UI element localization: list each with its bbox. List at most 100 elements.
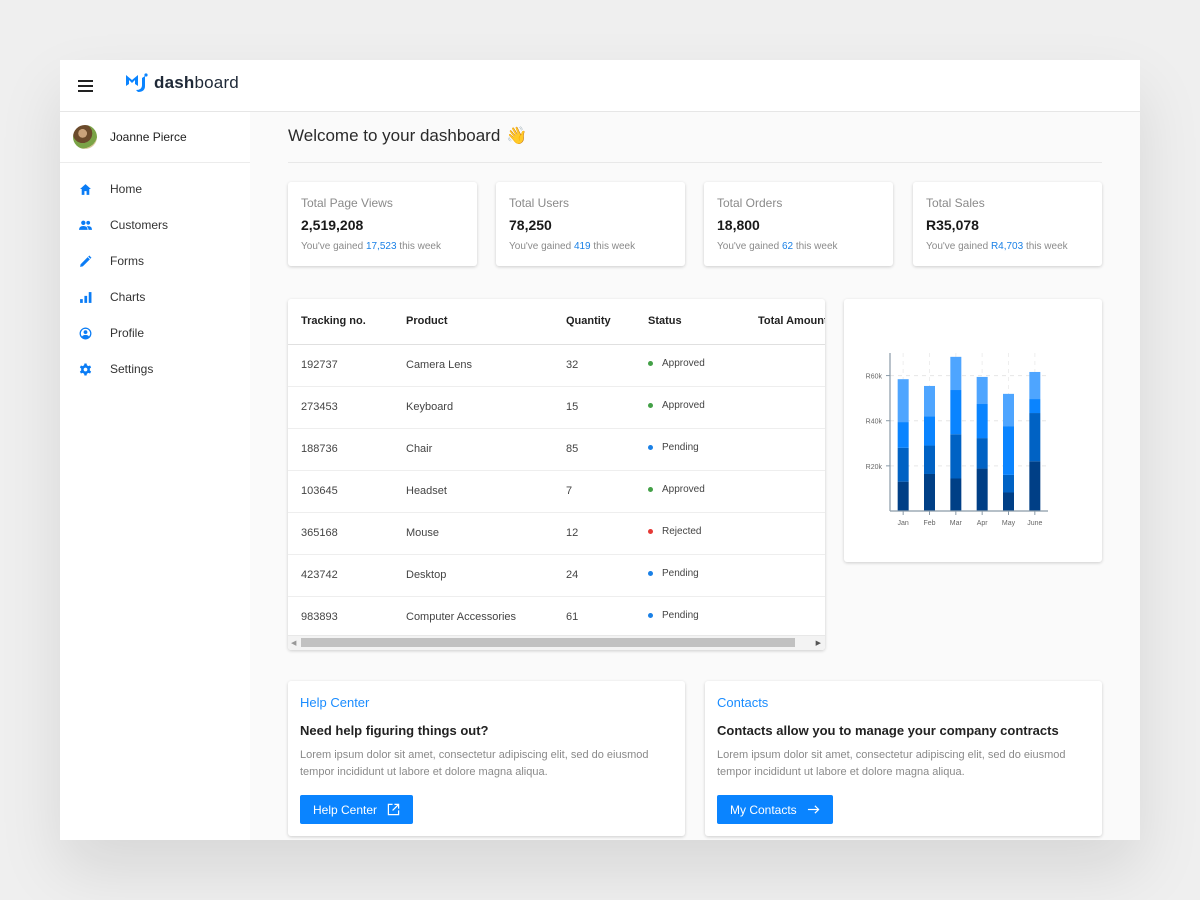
card-heading: Need help figuring things out? [300,723,489,738]
table-row[interactable]: 365168Mouse12 Rejected R16400.00 [288,512,825,555]
column-header-status[interactable]: Status [648,299,748,345]
stat-gain-suffix: this week [396,241,441,252]
y-tick-label: R40k [866,419,883,426]
cell-total-amount: R98612.30 [748,344,825,387]
sidebar-item-label: Settings [110,362,154,376]
logo-icon [126,73,148,92]
stat-gain-suffix: this week [590,241,636,252]
stat-value: R35,078 [926,217,979,233]
cell-total-amount: R16400.00 [748,512,825,555]
table-row[interactable]: 103645Headset7 Approved R8200.99 [288,470,825,513]
status-dot-icon [648,361,653,366]
column-header-product[interactable]: Product [406,299,566,345]
sidebar-item-profile[interactable]: Profile [60,315,250,351]
cell-total-amount: R34640.00 [748,596,825,635]
bar-segment [976,404,988,439]
contacts-card: Contacts Contacts allow you to manage yo… [705,681,1102,836]
stat-gain: You've gained R4,703 this week [926,241,1089,252]
help-center-button[interactable]: Help Center [300,795,414,824]
table-row[interactable]: 192737Camera Lens32 Approved R98612.30 [288,344,825,387]
stat-title: Total Orders [717,196,783,210]
x-tick-label: May [1002,520,1016,527]
my-contacts-button[interactable]: My Contacts [717,795,833,824]
help-center-card: Help Center Need help figuring things ou… [288,681,685,836]
table-row[interactable]: 423742Desktop24 Pending R21050.32 [288,554,825,597]
status-badge: Approved [648,400,705,411]
sidebar-nav: Home Customers Forms Charts Profile Sett… [60,163,250,387]
stat-card-page-views: Total Page Views 2,519,208 You've gained… [288,182,477,266]
bar-segment [924,385,935,417]
bar-chart-icon [80,291,92,303]
card-body: Lorem ipsum dolor sit amet, consectetur … [300,749,649,778]
column-header-total-amount[interactable]: Total Amount [748,299,825,345]
bar-segment [1003,393,1014,427]
cell-product: Computer Accessories [406,596,566,635]
bar-segment [950,356,962,391]
stat-gain-value: R4,703 [990,241,1024,252]
stacked-bar-chart: R20k R40k R60k Jan Feb Mar Apr May June [866,353,1048,527]
sidebar-item-home[interactable]: Home [60,171,250,207]
cell-quantity: 15 [566,386,648,429]
status-dot-icon [648,529,653,534]
status-label: Approved [662,358,705,369]
bar-segment [897,379,909,423]
account-circle-icon [79,327,92,339]
sidebar-item-forms[interactable]: Forms [60,243,250,279]
status-label: Pending [662,568,699,579]
stat-gain-value: 62 [781,241,794,252]
bar-segment [976,468,988,511]
status-dot-icon [648,445,653,450]
avatar[interactable] [73,125,97,149]
cell-status: Approved [648,344,748,387]
cell-quantity: 7 [566,470,648,513]
menu-icon[interactable] [78,80,93,92]
card-kicker: Help Center [300,695,370,710]
bar-segment [924,445,935,474]
app-window: dashboard Joanne Pierce Home Customers F… [60,60,1140,840]
orders-table-scroll-area[interactable]: Tracking no. Product Quantity Status Tot… [288,299,825,635]
user-name: Joanne Pierce [110,130,187,144]
sidebar-item-settings[interactable]: Settings [60,351,250,387]
external-link-icon [387,803,400,816]
sidebar-item-charts[interactable]: Charts [60,279,250,315]
pencil-icon [80,255,92,267]
status-dot-icon [648,403,653,408]
status-label: Approved [662,400,705,411]
column-header-tracking[interactable]: Tracking no. [288,299,406,345]
cell-product: Mouse [406,512,566,555]
people-icon [79,220,92,230]
cell-product: Desktop [406,554,566,597]
status-dot-icon [648,571,653,576]
logo[interactable]: dashboard [125,72,239,94]
stat-card-orders: Total Orders 18,800 You've gained 62 thi… [704,182,893,266]
stat-gain-suffix: this week [793,241,838,252]
bar-segment [1029,399,1041,414]
sidebar-item-customers[interactable]: Customers [60,207,250,243]
bar-segment [950,434,962,479]
stat-value: 2,519,208 [301,217,364,233]
scrollbar-thumb[interactable] [301,638,795,647]
scroll-left-icon[interactable]: ◀ [291,639,296,647]
x-tick-label: June [1027,520,1042,527]
status-label: Pending [662,442,699,453]
status-dot-icon [648,613,653,618]
status-badge: Pending [648,442,699,453]
bar-segment [1029,413,1041,462]
status-badge: Approved [648,484,705,495]
table-row[interactable]: 273453Keyboard15 Approved R47500.00 [288,386,825,429]
column-header-quantity[interactable]: Quantity [566,299,648,345]
sales-chart-card: R20k R40k R60k Jan Feb Mar Apr May June [844,299,1102,562]
x-tick-label: Mar [950,520,963,527]
bar-segment [976,376,988,405]
sidebar-item-label: Charts [110,290,146,304]
bar-segment [897,447,909,482]
user-profile[interactable]: Joanne Pierce [60,112,250,163]
scroll-right-icon[interactable]: ▶ [816,639,821,647]
horizontal-scrollbar[interactable]: ◀ ▶ [288,635,825,650]
status-label: Pending [662,610,699,621]
table-row[interactable]: 983893Computer Accessories61 Pending R3464… [288,596,825,635]
sidebar-item-label: Forms [110,254,144,268]
table-row[interactable]: 188736Chair85 Pending R103456.50 [288,428,825,471]
cell-status: Pending [648,596,748,635]
x-tick-label: Apr [977,520,989,527]
